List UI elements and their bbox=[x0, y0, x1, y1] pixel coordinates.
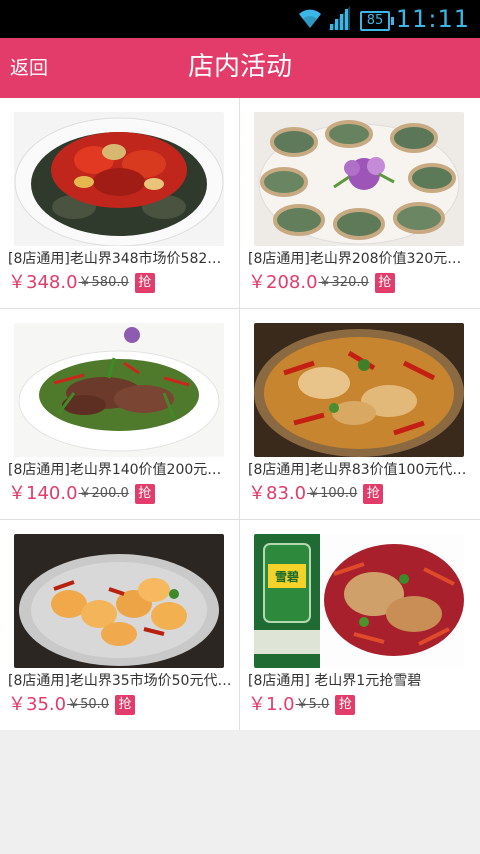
price-row: ￥83.0￥100.0 抢 bbox=[248, 481, 474, 507]
dish-image bbox=[14, 112, 224, 246]
deal-price: ￥35.0 bbox=[8, 694, 67, 715]
grab-button[interactable]: 抢 bbox=[134, 273, 155, 293]
original-price: ￥200.0 bbox=[78, 486, 129, 501]
deal-name: [8店通用] 老山界1元抢雪碧 bbox=[248, 673, 422, 689]
grab-button[interactable]: 抢 bbox=[363, 484, 384, 504]
original-price: ￥580.0 bbox=[78, 275, 129, 290]
deal-name: [8店通用]老山界83价值100元代金券 bbox=[248, 462, 472, 478]
deal-name: [8店通用]老山界140价值200元代金券 bbox=[8, 462, 232, 478]
deal-card[interactable]: 雪碧 [8店通用] 老山界1元抢雪碧 ￥1.0￥5.0 抢 bbox=[240, 520, 479, 730]
dish-image bbox=[254, 323, 464, 457]
deal-price: ￥208.0 bbox=[248, 272, 318, 293]
sprite-label: 雪碧 bbox=[275, 569, 299, 584]
clock: 11:11 bbox=[395, 5, 470, 33]
price-row: ￥1.0￥5.0 抢 bbox=[248, 692, 474, 718]
deal-price: ￥140.0 bbox=[8, 483, 78, 504]
dish-image: 雪碧 bbox=[254, 534, 464, 668]
original-price: ￥5.0 bbox=[295, 697, 330, 712]
deal-price: ￥1.0 bbox=[248, 694, 295, 715]
price-row: ￥348.0￥580.0 抢 bbox=[8, 270, 234, 296]
deal-name: [8店通用]老山界208价值320元代金券 bbox=[248, 251, 472, 267]
grab-button[interactable]: 抢 bbox=[374, 273, 395, 293]
price-row: ￥140.0￥200.0 抢 bbox=[8, 481, 234, 507]
deal-name: [8店通用]老山界35市场价50元代金券 bbox=[8, 673, 232, 689]
deal-card[interactable]: [8店通用]老山界208价值320元代金券 ￥208.0￥320.0 抢 bbox=[240, 98, 479, 308]
original-price: ￥320.0 bbox=[318, 275, 369, 290]
deal-price: ￥83.0 bbox=[248, 483, 307, 504]
price-row: ￥208.0￥320.0 抢 bbox=[248, 270, 474, 296]
deal-card[interactable]: [8店通用]老山界35市场价50元代金券 ￥35.0￥50.0 抢 bbox=[0, 520, 239, 730]
page-title: 店内活动 bbox=[187, 52, 292, 82]
grab-button[interactable]: 抢 bbox=[115, 695, 136, 715]
dish-image bbox=[14, 534, 224, 668]
dish-image bbox=[254, 112, 464, 246]
wifi-icon bbox=[299, 9, 321, 28]
deals-grid: [8店通用]老山界348市场价582元代金券 ￥348.0￥580.0 抢 bbox=[0, 98, 480, 730]
deal-card[interactable]: [8店通用]老山界83价值100元代金券 ￥83.0￥100.0 抢 bbox=[240, 309, 479, 519]
battery-icon: 85 bbox=[360, 11, 394, 31]
deal-card[interactable]: [8店通用]老山界140价值200元代金券 ￥140.0￥200.0 抢 bbox=[0, 309, 239, 519]
title-bar: 返回 店内活动 bbox=[0, 38, 480, 98]
dish-image bbox=[14, 323, 224, 457]
grab-button[interactable]: 抢 bbox=[335, 695, 356, 715]
grab-button[interactable]: 抢 bbox=[134, 484, 155, 504]
signal-icon bbox=[328, 6, 350, 30]
deal-price: ￥348.0 bbox=[8, 272, 78, 293]
original-price: ￥50.0 bbox=[67, 697, 110, 712]
deal-card[interactable]: [8店通用]老山界348市场价582元代金券 ￥348.0￥580.0 抢 bbox=[0, 98, 239, 308]
deal-name: [8店通用]老山界348市场价582元代金券 bbox=[8, 251, 232, 267]
original-price: ￥100.0 bbox=[307, 486, 358, 501]
status-bar: 85 11:11 bbox=[0, 0, 480, 38]
price-row: ￥35.0￥50.0 抢 bbox=[8, 692, 234, 718]
